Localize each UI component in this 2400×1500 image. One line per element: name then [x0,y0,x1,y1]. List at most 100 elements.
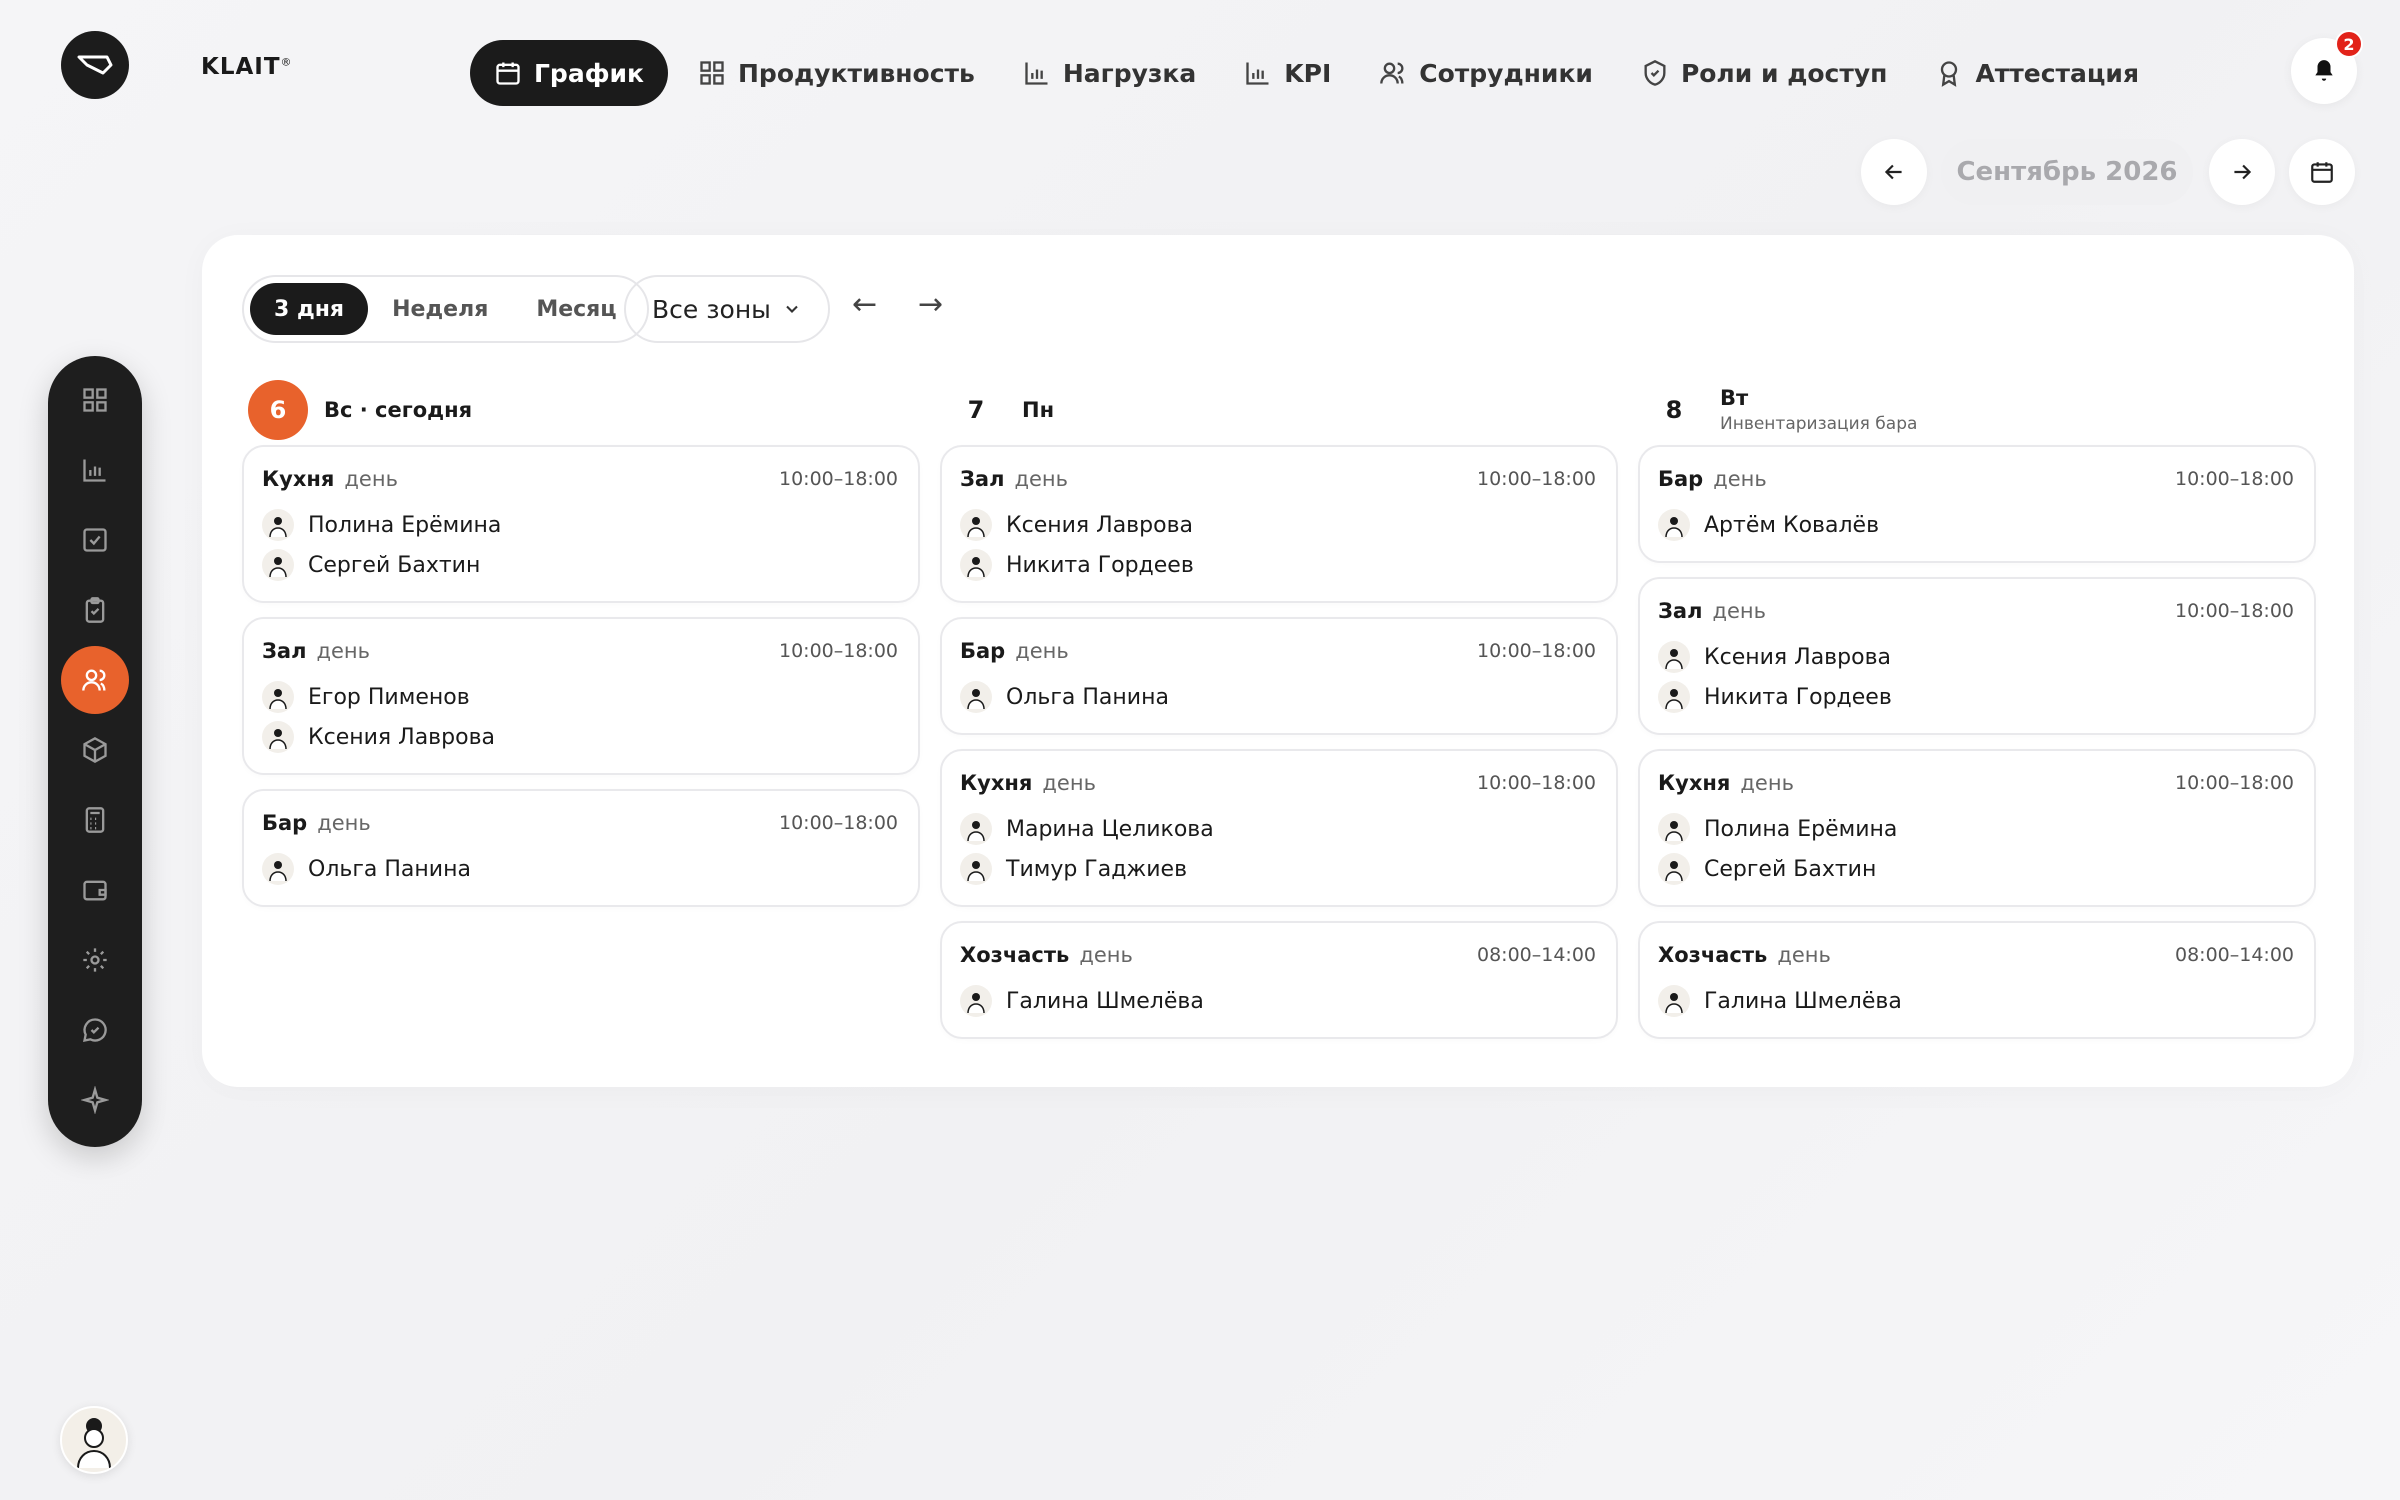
employee-row[interactable]: Тимур Гаджиев [960,849,1596,889]
employee-row[interactable]: Егор Пименов [262,677,898,717]
day-number[interactable]: 8 [1644,380,1704,440]
employee-row[interactable]: Галина Шмелёва [960,981,1596,1021]
employee-row[interactable]: Никита Гордеев [1658,677,2294,717]
employee-row[interactable]: Ольга Панина [262,849,898,889]
employee-row[interactable]: Полина Ерёмина [262,505,898,545]
tab-roles[interactable]: Роли и доступ [1617,40,1912,106]
employee-row[interactable]: Сергей Бахтин [262,545,898,585]
sidebar-item-chat[interactable] [61,996,129,1064]
next-month-button[interactable] [2209,139,2275,205]
shift-card[interactable]: Зал день 10:00–18:00 Ксения Лаврова Никита Г… [940,445,1618,603]
employee-row[interactable]: Артём Ковалёв [1658,505,2294,545]
bar-chart-icon [83,459,106,482]
sidebar-item-staff[interactable] [61,646,129,714]
employee-row[interactable]: Ксения Лаврова [262,717,898,757]
next-period-button[interactable]: → [918,287,943,322]
shift-card[interactable]: Хозчасть день 08:00–14:00 Галина Шмелёва [940,921,1618,1039]
shift-zone: Кухня [262,467,335,491]
zones-dropdown[interactable]: Все зоны [624,275,830,343]
day-number[interactable]: 7 [946,380,1006,440]
shift-card[interactable]: Кухня день 10:00–18:00 Полина Ерёмина Сергей… [1638,749,2316,907]
employee-avatar [1658,681,1690,713]
view-week[interactable]: Неделя [368,283,512,335]
calendar-picker-button[interactable] [2289,139,2355,205]
shift-type: день [317,811,371,835]
sidebar-item-ai[interactable] [61,1066,129,1134]
sidebar-item-inventory[interactable] [61,716,129,784]
sidebar-item-analytics[interactable] [61,436,129,504]
sidebar-item-settings[interactable] [61,926,129,994]
tab-employees[interactable]: Сотрудники [1355,40,1617,106]
grid-icon [83,388,107,412]
prev-period-button[interactable]: ← [852,287,877,322]
notification-badge: 2 [2335,30,2363,58]
employee-name: Никита Гордеев [1006,552,1194,578]
employee-name: Полина Ерёмина [1704,816,1898,842]
shift-time: 10:00–18:00 [1476,772,1596,794]
employee-row[interactable]: Полина Ерёмина [1658,809,2294,849]
day-header: 8 Вт Инвентаризация бара [1638,375,2316,445]
app-logo[interactable] [61,31,129,99]
employee-row[interactable]: Галина Шмелёва [1658,981,2294,1021]
employee-row[interactable]: Ксения Лаврова [1658,637,2294,677]
employee-row[interactable]: Ольга Панина [960,677,1596,717]
view-3-days[interactable]: 3 дня [250,283,369,335]
employee-avatar [960,813,992,845]
shift-card[interactable]: Зал день 10:00–18:00 Ксения Лаврова Никита Г… [1638,577,2316,735]
shift-card[interactable]: Кухня день 10:00–18:00 Полина Ерёмина Сергей… [242,445,920,603]
shift-card[interactable]: Бар день 10:00–18:00 Ольга Панина [940,617,1618,735]
view-month[interactable]: Месяц [512,283,640,335]
tab-label: KPI [1284,58,1332,88]
sidebar [48,356,142,1147]
shift-time: 10:00–18:00 [1476,640,1596,662]
employee-name: Никита Гордеев [1704,684,1892,710]
employee-avatar [262,681,294,713]
shield-icon [1644,60,1666,86]
grid-icon [700,61,724,85]
shift-zone: Бар [262,811,308,835]
employee-name: Ксения Лаврова [1006,512,1194,538]
employee-avatar [960,985,992,1017]
tab-schedule[interactable]: График [470,40,668,106]
chat-icon [83,1018,107,1042]
sidebar-item-tasks[interactable] [61,506,129,574]
shift-type: день [1079,943,1133,967]
sidebar-item-calculator[interactable] [61,786,129,854]
shift-card[interactable]: Кухня день 10:00–18:00 Марина Целикова Тимур… [940,749,1618,907]
tab-load[interactable]: Нагрузка [999,40,1220,106]
shift-card[interactable]: Хозчасть день 08:00–14:00 Галина Шмелёва [1638,921,2316,1039]
day-number[interactable]: 6 [248,380,308,440]
tab-kpi[interactable]: KPI [1220,40,1355,106]
sidebar-item-wallet[interactable] [61,856,129,924]
sidebar-item-checklists[interactable] [61,576,129,644]
chevron-down-icon [786,305,798,313]
shift-zone: Зал [960,467,1005,491]
shift-card[interactable]: Бар день 10:00–18:00 Артём Ковалёв [1638,445,2316,563]
employee-row[interactable]: Ксения Лаврова [960,505,1596,545]
arrow-left-icon [1884,164,1902,180]
tab-certification[interactable]: Аттестация [1911,40,2163,106]
shift-zone: Кухня [960,771,1033,795]
box-icon [83,736,107,764]
employee-row[interactable]: Никита Гордеев [960,545,1596,585]
shift-zone: Кухня [1658,771,1731,795]
sidebar-item-dashboard[interactable] [61,366,129,434]
employee-avatar [960,509,992,541]
shift-card[interactable]: Зал день 10:00–18:00 Егор Пименов Ксения Лав… [242,617,920,775]
prev-month-button[interactable] [1861,139,1927,205]
shift-card[interactable]: Бар день 10:00–18:00 Ольга Панина [242,789,920,907]
employee-row[interactable]: Марина Целикова [960,809,1596,849]
user-avatar[interactable] [60,1406,128,1474]
shift-time: 10:00–18:00 [2174,772,2294,794]
shift-zone: Хозчасть [960,943,1070,967]
day-header: 7 Пн [940,375,1618,445]
shift-type: день [1740,771,1794,795]
employee-avatar [262,509,294,541]
day-name: Вт [1720,386,1749,410]
bell-icon [2315,60,2333,81]
shift-type: день [1015,639,1069,663]
wallet-icon [83,880,107,901]
tab-productivity[interactable]: Продуктивность [674,40,999,106]
employee-row[interactable]: Сергей Бахтин [1658,849,2294,889]
brand-name: KLAIT® [201,54,293,80]
